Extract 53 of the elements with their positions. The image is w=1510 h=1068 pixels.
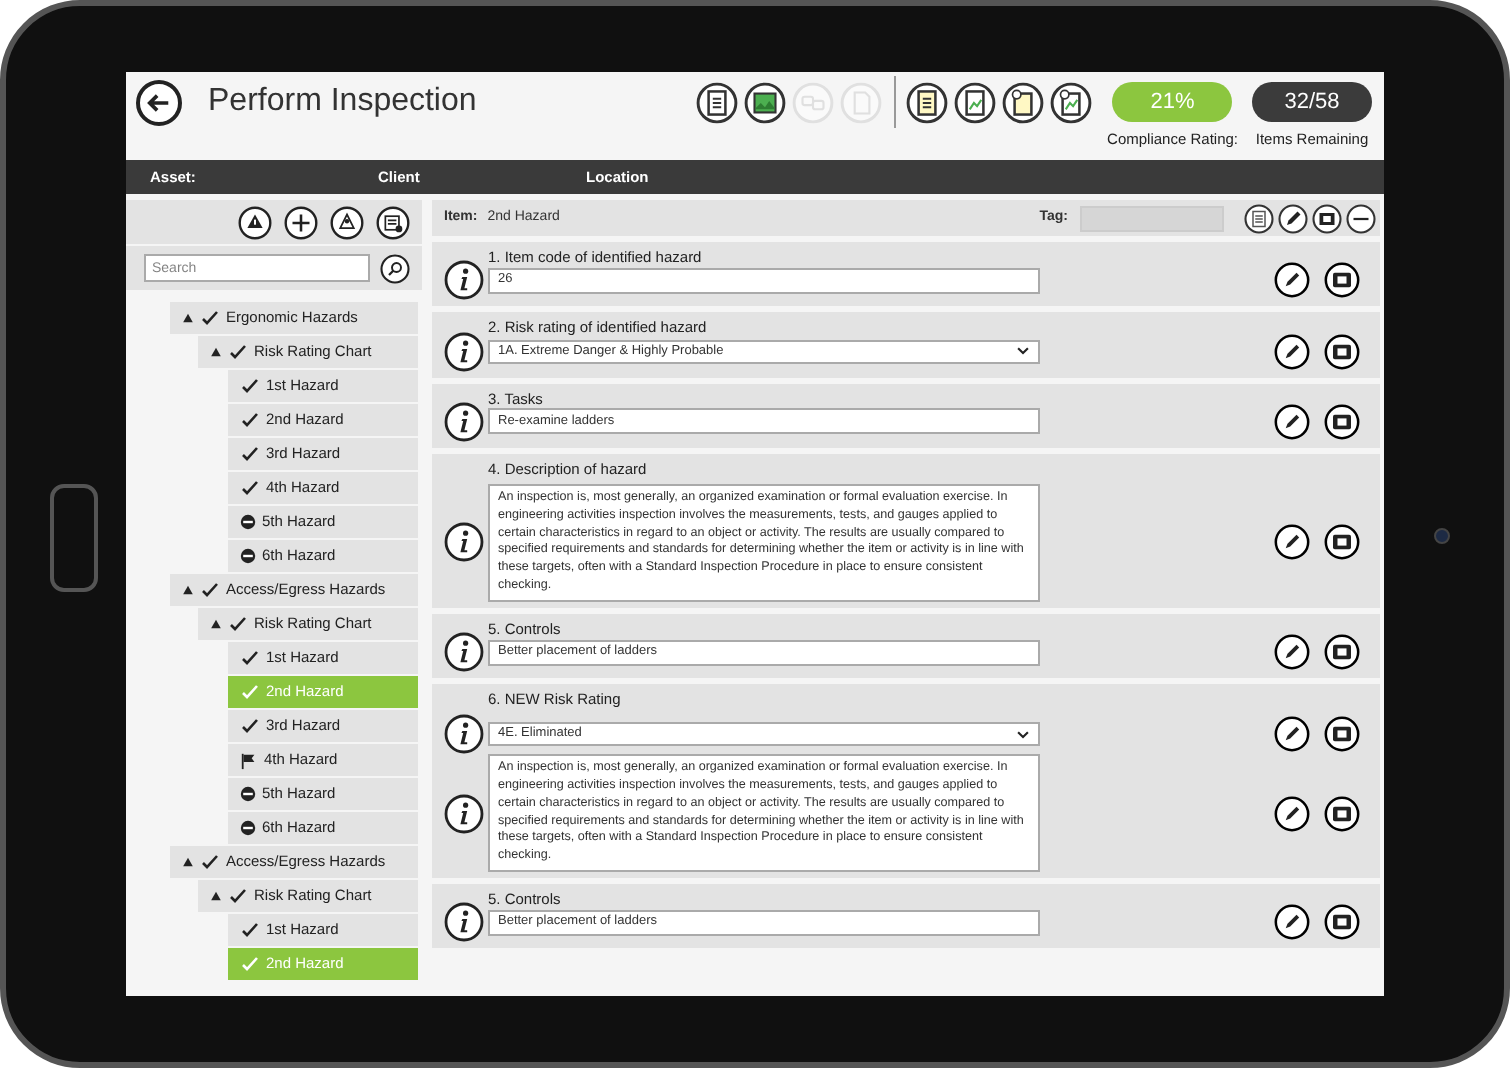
edit-button[interactable] [1274, 524, 1310, 561]
compliance-rating-value: 21% [1112, 81, 1233, 122]
list-settings-button[interactable] [376, 205, 410, 239]
info-button[interactable] [444, 522, 484, 563]
toolbar-button[interactable] [953, 80, 998, 124]
arrow-left-icon [146, 89, 172, 115]
camera-button[interactable] [1324, 716, 1360, 753]
minus-icon [240, 786, 256, 802]
edit-button[interactable] [1274, 716, 1310, 753]
chevron-down-icon [1016, 727, 1030, 742]
minus-icon [240, 820, 256, 836]
camera-button[interactable] [1324, 904, 1360, 941]
edit-button[interactable] [1274, 262, 1310, 299]
edit-button[interactable] [1274, 333, 1310, 369]
edit-button[interactable] [1274, 904, 1310, 941]
page-title: Perform Inspection [208, 82, 477, 122]
minus-button[interactable] [1344, 202, 1376, 234]
add-button[interactable] [284, 205, 318, 239]
camera-button[interactable] [1324, 795, 1360, 832]
camera-button[interactable] [1324, 634, 1360, 671]
info-button[interactable] [444, 793, 484, 834]
toolbar-button[interactable] [1049, 80, 1094, 124]
minus-icon [240, 548, 256, 564]
back-button[interactable] [136, 79, 182, 125]
info-button[interactable] [444, 401, 484, 442]
camera-button[interactable] [1324, 262, 1360, 299]
chevron-down-icon [1016, 344, 1030, 358]
minus-icon [240, 514, 256, 530]
camera-icon [1434, 528, 1450, 544]
toolbar-button[interactable] [905, 80, 950, 124]
home-button[interactable] [50, 484, 98, 592]
flag-icon [240, 751, 258, 769]
warning-button[interactable] [238, 205, 272, 239]
camera-button[interactable] [1324, 524, 1360, 561]
toolbar-button[interactable] [743, 80, 788, 124]
toolbar-button[interactable] [695, 80, 740, 124]
list-button[interactable] [1242, 202, 1274, 234]
edit-button[interactable] [1274, 634, 1310, 671]
info-button[interactable] [444, 632, 484, 673]
info-button[interactable] [444, 260, 484, 301]
camera-button[interactable] [1310, 202, 1342, 234]
items-remaining-value: 32/58 [1252, 81, 1372, 122]
toolbar-button[interactable] [1001, 80, 1046, 124]
warning-person-button[interactable] [330, 205, 364, 239]
edit-button[interactable] [1274, 795, 1310, 832]
info-button[interactable] [444, 902, 484, 943]
search-button[interactable] [380, 253, 410, 283]
edit-button[interactable] [1274, 403, 1310, 440]
camera-button[interactable] [1324, 403, 1360, 440]
camera-button[interactable] [1324, 333, 1360, 369]
info-button[interactable] [444, 714, 484, 755]
info-button[interactable] [444, 331, 484, 371]
pencil-button[interactable] [1276, 202, 1308, 234]
